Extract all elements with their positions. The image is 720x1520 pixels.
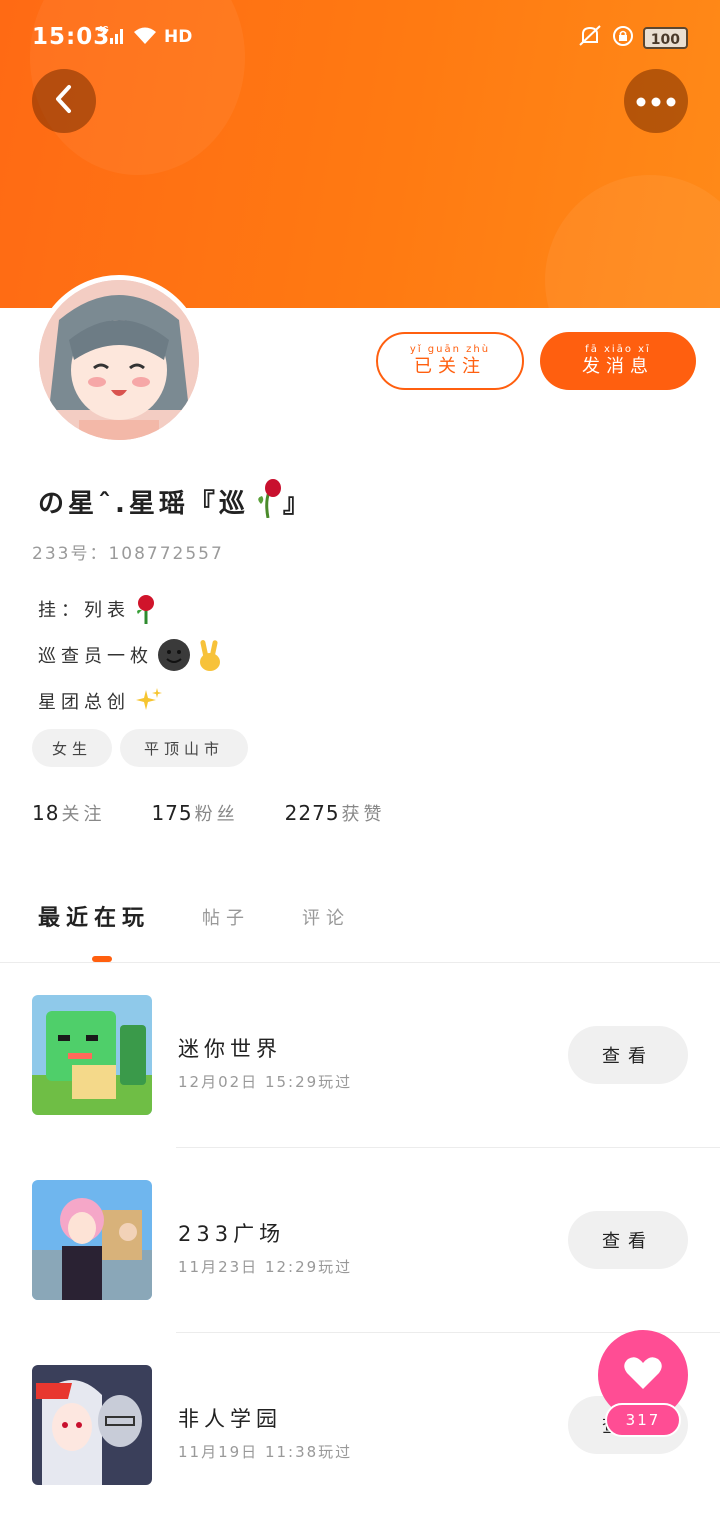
bio: 挂：列表 巡查员一枚 星团总创 [38,586,225,724]
hd-icon: HD [164,27,193,47]
stat-value: 18 [32,801,60,825]
rotation-lock-icon [611,24,635,52]
wifi-icon [132,24,158,50]
victory-hand-icon [195,638,225,672]
game-played-time: 12月02日 15:29玩过 [178,1073,353,1091]
follow-pinyin: yǐ guān zhù [409,344,491,355]
city-tag: 平顶山市 [120,729,248,767]
dark-face-icon [157,638,191,672]
tab-recently-played[interactable]: 最近在玩 [38,900,150,932]
bio-line: 挂：列表 [38,586,225,632]
stat-label: 关注 [61,804,106,825]
message-label: 发消息 [582,356,654,377]
profile-tabs: 最近在玩 帖子 评论 [38,900,402,932]
bio-text: 挂：列表 [38,600,130,621]
sparkles-icon [134,686,164,716]
chevron-left-icon [50,83,78,119]
svg-text:4G: 4G [98,25,109,34]
profile-name: の星ˆ.星瑶『巡 』 [38,478,313,525]
game-icon [32,1365,152,1485]
user-id[interactable]: 233号：108772557 [32,539,224,564]
banner-decoration [545,175,720,308]
signal-icon: 4G [98,24,126,50]
send-message-button[interactable]: fā xiāo xī 发消息 [540,332,696,390]
game-list-item[interactable]: 233广场 11月23日 12:29玩过 查看 [0,1180,720,1365]
back-button[interactable] [32,69,96,133]
status-left-icons: 4G HD [98,24,192,50]
like-count-badge: 317 [605,1403,681,1437]
bio-text: 星团总创 [38,692,130,713]
wilted-rose-icon [253,478,283,525]
likes-stat: 2275 获赞 [285,800,386,826]
divider [0,962,720,963]
bio-line: 巡查员一枚 [38,632,225,678]
view-button[interactable]: 查看 [568,1026,688,1084]
follow-label: 已关注 [414,356,486,377]
avatar[interactable] [34,275,204,445]
battery-indicator: 100 [642,27,688,49]
avatar-image [39,280,199,440]
game-icon [32,1180,152,1300]
profile-stats: 18 关注 175 粉丝 2275 获赞 [32,800,386,826]
stat-label: 粉丝 [194,804,239,825]
status-bar: 15:03 4G HD 100 [0,0,720,72]
profile-name-suffix: 』 [282,489,313,519]
follow-button[interactable]: yǐ guān zhù 已关注 [376,332,524,390]
game-title: 233广场 [178,1222,286,1246]
game-title: 迷你世界 [178,1037,282,1061]
divider [176,1147,720,1148]
followers-stat[interactable]: 175 粉丝 [151,800,238,826]
game-list-item[interactable]: 迷你世界 12月02日 15:29玩过 查看 [0,995,720,1180]
rose-icon [134,594,158,624]
bio-line: 星团总创 [38,678,225,724]
following-stat[interactable]: 18 关注 [32,800,105,826]
profile-name-text: の星ˆ.星瑶『巡 [38,489,249,519]
stat-value: 2275 [284,801,340,825]
view-button[interactable]: 查看 [568,1211,688,1269]
stat-value: 175 [151,801,193,825]
game-title: 非人学园 [178,1407,282,1431]
heart-icon [623,1355,663,1395]
more-options-button[interactable] [624,69,688,133]
game-played-time: 11月23日 12:29玩过 [178,1258,353,1276]
game-played-time: 11月19日 11:38玩过 [178,1443,353,1461]
gender-tag: 女生 [32,729,112,767]
game-icon [32,995,152,1115]
mute-icon [577,24,603,52]
tab-posts[interactable]: 帖子 [202,904,250,932]
message-pinyin: fā xiāo xī [585,344,651,355]
tab-comments[interactable]: 评论 [302,904,350,932]
bio-text: 巡查员一枚 [38,646,153,667]
stat-label: 获赞 [341,804,386,825]
more-dots-icon [636,92,676,111]
status-right-icons: 100 [577,24,688,52]
